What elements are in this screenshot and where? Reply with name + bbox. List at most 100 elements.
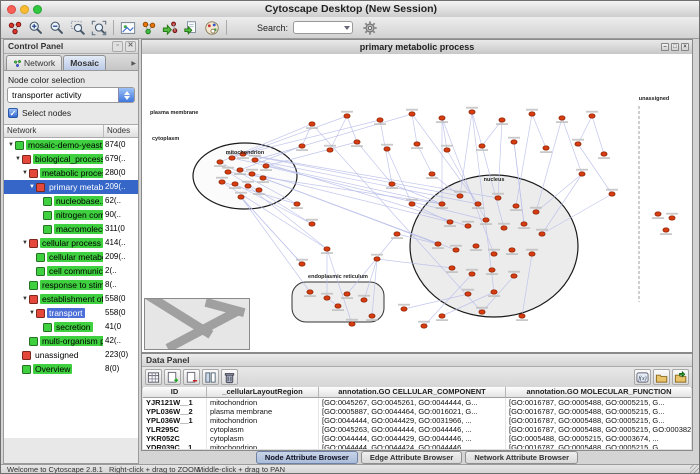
tree-row[interactable]: cell communica...2(.. xyxy=(4,264,138,278)
graphics-details-icon[interactable] xyxy=(118,18,138,38)
expand-toggle-icon[interactable]: ▼ xyxy=(21,296,29,302)
preferences-icon[interactable] xyxy=(360,18,380,38)
table-row[interactable]: YPL036W__2plasma membrane[GO:0005887, GO… xyxy=(143,407,691,416)
tree-column-headers[interactable]: Network Nodes xyxy=(4,124,138,138)
import-table-icon[interactable] xyxy=(181,18,201,38)
tree-row[interactable]: ▼establishment of lo558(0 xyxy=(4,292,138,306)
tree-column-nodes[interactable]: Nodes xyxy=(104,125,138,137)
formula-builder-icon[interactable]: f(x) xyxy=(634,369,651,385)
select-nodes-checkbox[interactable] xyxy=(8,108,18,118)
expand-toggle-icon[interactable]: ▼ xyxy=(7,142,15,148)
table-cell: YPL036W__2 xyxy=(143,407,207,416)
vizmapper-icon[interactable] xyxy=(202,18,222,38)
title-bar[interactable]: Cytoscape Desktop (New Session) xyxy=(1,1,700,18)
table-row[interactable]: YLR295Ccytoplasm[GO:0045263, GO:0044444,… xyxy=(143,425,691,434)
network-view-icon xyxy=(29,239,38,248)
expand-toggle-icon[interactable]: ▼ xyxy=(28,184,36,190)
tree-row[interactable]: ▼primary metab...209(.. xyxy=(4,180,138,194)
frame-maximize-icon[interactable] xyxy=(671,43,679,51)
tree-row[interactable]: unassigned223(0) xyxy=(4,348,138,362)
tree-label: transport xyxy=(47,308,85,318)
tree-row[interactable]: macromolecule...311(0 xyxy=(4,222,138,236)
zoom-window-icon[interactable] xyxy=(33,5,42,14)
network-view-icon xyxy=(22,351,31,360)
network-view-icon xyxy=(29,281,38,290)
tree-row[interactable]: ▼cellular process414(.. xyxy=(4,236,138,250)
expand-toggle-icon[interactable]: ▼ xyxy=(14,156,22,162)
frame-close-icon[interactable] xyxy=(681,43,689,51)
load-attributes-icon[interactable] xyxy=(672,369,689,385)
network-frame-titlebar[interactable]: primary metabolic process xyxy=(142,40,692,55)
zoom-fit-icon[interactable] xyxy=(89,18,109,38)
close-window-icon[interactable] xyxy=(7,5,16,14)
table-cell: mitochondrion xyxy=(207,398,319,407)
network-canvas[interactable]: plasma membranecytoplasmmitochondrionnuc… xyxy=(142,54,692,352)
select-nodes-label: Select nodes xyxy=(22,108,71,118)
window-title: Cytoscape Desktop (New Session) xyxy=(1,1,700,17)
tab-network-attribute-browser[interactable]: Network Attribute Browser xyxy=(465,451,578,464)
column-header[interactable]: ID xyxy=(143,387,207,398)
column-header[interactable]: annotation.GO CELLULAR_COMPONENT xyxy=(319,387,506,398)
network-view-icon xyxy=(22,155,31,164)
frame-minimize-icon[interactable] xyxy=(661,43,669,51)
expand-toggle-icon[interactable]: ▼ xyxy=(28,310,36,316)
expand-toggle-icon[interactable]: ▼ xyxy=(21,240,29,246)
tree-row[interactable]: response to stimul8(.. xyxy=(4,278,138,292)
background-network-frame[interactable] xyxy=(144,298,250,350)
zoom-selected-icon[interactable] xyxy=(68,18,88,38)
tree-row[interactable]: nucleobase...62(.. xyxy=(4,194,138,208)
tree-row[interactable]: ▼biological_process679(.. xyxy=(4,152,138,166)
svg-text:nucleus: nucleus xyxy=(484,177,505,183)
first-neighbors-icon[interactable] xyxy=(139,18,159,38)
tree-row[interactable]: ▼transport558(0 xyxy=(4,306,138,320)
toolbar-separator xyxy=(113,20,114,35)
new-attribute-icon[interactable] xyxy=(164,369,181,385)
tree-row[interactable]: ▼mosaic-demo-yeast874(0 xyxy=(4,138,138,152)
search-dropdown-icon[interactable] xyxy=(344,26,350,30)
select-attributes-icon[interactable] xyxy=(145,369,162,385)
search-input[interactable] xyxy=(293,21,353,34)
tree-node-count: 414(.. xyxy=(103,236,138,250)
tree-label: Overview xyxy=(33,364,72,374)
tab-mosaic[interactable]: Mosaic xyxy=(63,55,106,70)
attribute-table[interactable]: ID_cellularLayoutRegionannotation.GO CEL… xyxy=(143,387,691,449)
network-overview-icon[interactable] xyxy=(5,18,25,38)
table-cell: [GO:0016787, GO:0005488, GO:0005215, GO:… xyxy=(506,425,691,434)
tab-edge-attribute-browser[interactable]: Edge Attribute Browser xyxy=(361,451,462,464)
table-row[interactable]: YPL036W__1mitochondrion[GO:0044444, GO:0… xyxy=(143,416,691,425)
float-panel-icon[interactable]: ▫ xyxy=(112,41,123,52)
tree-row[interactable]: secretion41(0 xyxy=(4,320,138,334)
import-attributes-icon[interactable] xyxy=(653,369,670,385)
column-header[interactable]: annotation.GO MOLECULAR_FUNCTION xyxy=(506,387,691,398)
delete-row-icon[interactable] xyxy=(221,369,238,385)
resize-grip[interactable] xyxy=(690,465,700,474)
import-network-icon[interactable] xyxy=(160,18,180,38)
tree-row[interactable]: nitrogen compo...90(.. xyxy=(4,208,138,222)
zoom-out-icon[interactable] xyxy=(47,18,67,38)
combo-dropdown-icon[interactable] xyxy=(118,88,134,102)
tree-column-network[interactable]: Network xyxy=(4,125,104,137)
minimize-window-icon[interactable] xyxy=(20,5,29,14)
tab-node-attribute-browser[interactable]: Node Attribute Browser xyxy=(256,451,358,464)
delete-attribute-icon[interactable] xyxy=(183,369,200,385)
network-view-icon xyxy=(29,337,38,346)
network-view-frame: primary metabolic process plasma membran… xyxy=(141,39,693,353)
status-pan-hint: Middle-click + drag to PAN xyxy=(197,465,285,474)
main-toolbar: Search: xyxy=(1,17,700,39)
table-row[interactable]: YDR039C__1mitochondrion[GO:0044444, GO:0… xyxy=(143,443,691,449)
zoom-in-icon[interactable] xyxy=(26,18,46,38)
attribute-table-header[interactable]: ID_cellularLayoutRegionannotation.GO CEL… xyxy=(143,387,691,398)
tab-network[interactable]: Network xyxy=(6,55,62,70)
tree-row[interactable]: Overview8(0) xyxy=(4,362,138,376)
tab-scroll-right-icon[interactable] xyxy=(131,60,136,67)
column-header[interactable]: _cellularLayoutRegion xyxy=(207,387,319,398)
tree-row[interactable]: cellular metabo...209(.. xyxy=(4,250,138,264)
color-attribute-select[interactable]: transporter activity xyxy=(7,87,135,103)
column-layout-icon[interactable] xyxy=(202,369,219,385)
close-panel-icon[interactable]: ✕ xyxy=(125,41,136,52)
expand-toggle-icon[interactable]: ▼ xyxy=(21,170,29,176)
table-row[interactable]: YJR121W__1mitochondrion[GO:0045267, GO:0… xyxy=(143,398,691,407)
tree-row[interactable]: ▼metabolic process280(0 xyxy=(4,166,138,180)
table-row[interactable]: YKR052Ccytoplasm[GO:0044444, GO:0044429,… xyxy=(143,434,691,443)
tree-row[interactable]: multi-organism pro42(.. xyxy=(4,334,138,348)
